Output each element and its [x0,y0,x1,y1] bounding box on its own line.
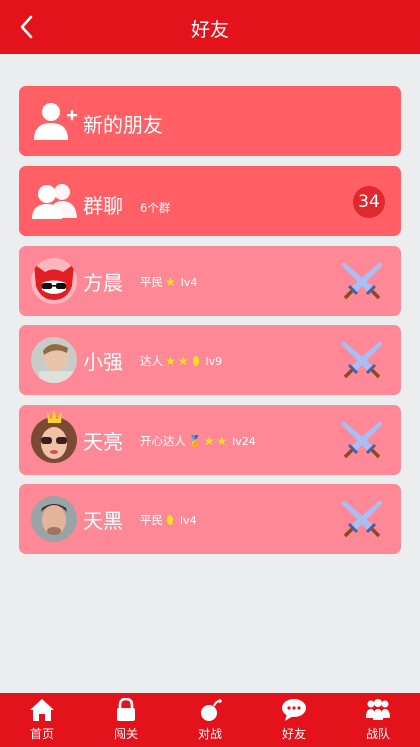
new-friends-row[interactable]: 新的朋友 [19,86,401,156]
friend-row[interactable]: 天黑 平民 lv4 [19,484,401,554]
chat-icon [282,699,306,721]
level-text: lv9 [205,354,223,368]
star-icon: ★ [177,354,189,368]
friend-name: 小强 [83,350,123,374]
coin-icon [167,515,173,525]
rank-title: 平民 [140,275,163,289]
avatar [31,258,77,304]
friend-name: 天黑 [83,509,123,533]
add-user-icon [34,103,77,140]
group-chat-row[interactable]: 群聊 6个群 34 [19,166,401,236]
medal-icon: 🏅 [188,434,202,448]
team-icon [366,699,390,720]
page-title: 好友 [190,19,229,41]
friend-rank: 开心达人 🏅 ★ ★ lv24 [140,433,256,449]
tab-team[interactable]: 战队 [336,693,420,747]
bottom-tab-bar: 首页 闯关 对战 好友 战队 [0,693,420,747]
top-bar: 好友 [0,0,420,54]
group-chat-label: 群聊 [83,194,123,218]
level-text: lv4 [180,513,197,527]
bomb-icon [201,699,222,721]
friend-name: 方晨 [83,271,123,295]
home-icon [30,699,54,721]
battle-button[interactable] [341,260,383,302]
tab-label: 好友 [281,727,306,741]
new-friends-label: 新的朋友 [83,113,163,137]
level-text: lv24 [232,434,256,448]
coin-icon [192,356,199,366]
star-icon: ★ [165,354,176,368]
friend-row[interactable]: 天亮 开心达人 🏅 ★ ★ lv24 [19,405,401,475]
tab-friends[interactable]: 好友 [252,693,336,747]
crossed-swords-icon [342,422,382,459]
tab-label: 首页 [29,727,54,741]
battle-button[interactable] [341,339,383,381]
crossed-swords-icon [342,263,382,300]
star-icon: ★ [165,275,176,289]
crossed-swords-icon [342,501,382,538]
avatar [31,410,77,463]
tab-label: 闯关 [113,727,138,741]
friend-row[interactable]: 方晨 平民 ★ lv4 [19,246,401,316]
star-icon: ★ [216,434,228,448]
group-count-text: 6个群 [140,201,171,215]
group-icon [32,184,77,219]
tab-battle[interactable]: 对战 [168,693,252,747]
tab-label: 对战 [197,727,222,741]
lock-icon [117,698,135,721]
rank-title: 平民 [140,513,163,527]
friend-row[interactable]: 小强 达人 ★ ★ lv9 [19,325,401,395]
avatar [31,337,77,383]
battle-button[interactable] [341,419,383,461]
friend-rank: 平民 lv4 [140,512,197,528]
tab-levels[interactable]: 闯关 [84,693,168,747]
star-icon: ★ [203,434,215,448]
friend-rank: 平民 ★ lv4 [140,274,197,290]
unread-badge: 34 [353,186,385,218]
tab-home[interactable]: 首页 [0,693,84,747]
level-text: lv4 [180,275,198,289]
avatar [31,496,77,542]
friend-name: 天亮 [83,430,123,454]
rank-title: 达人 [140,354,163,368]
crossed-swords-icon [342,342,382,379]
battle-button[interactable] [341,498,383,540]
tab-label: 战队 [365,727,390,741]
friend-rank: 达人 ★ ★ lv9 [140,353,222,369]
rank-title: 开心达人 [140,434,186,448]
